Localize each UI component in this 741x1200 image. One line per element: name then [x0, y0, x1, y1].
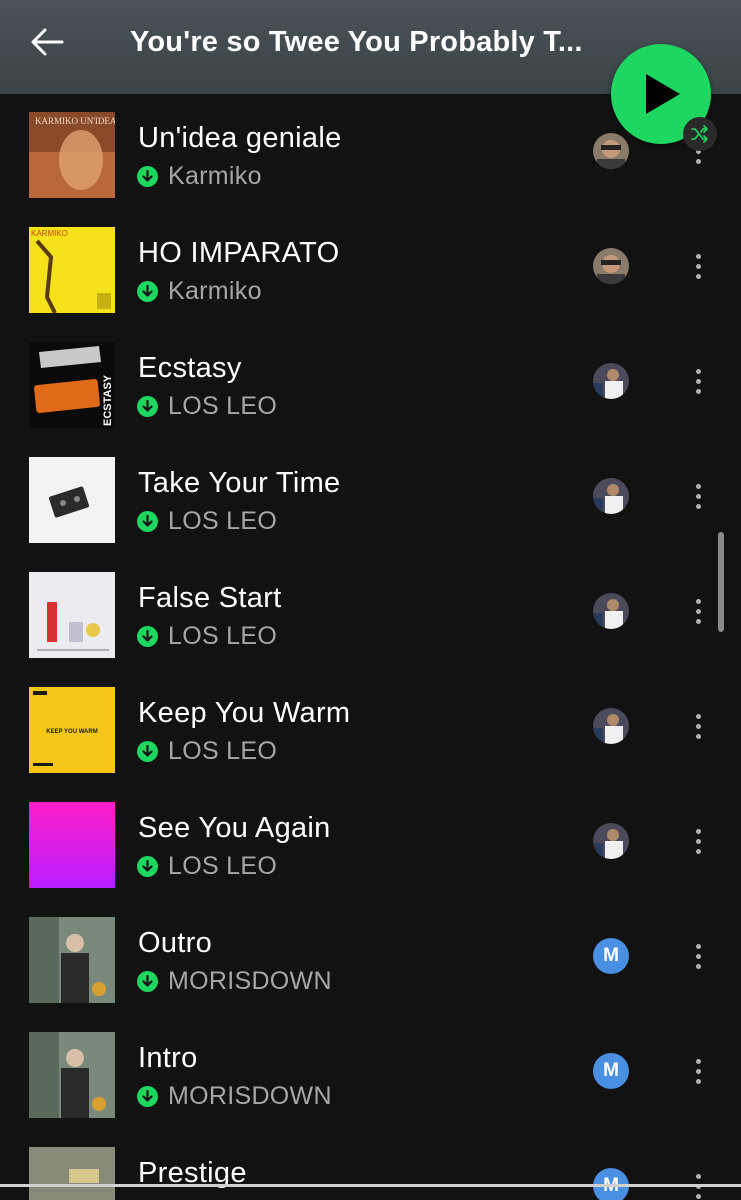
- track-row[interactable]: Intro MORISDOWN M: [0, 1014, 741, 1129]
- track-artist: Karmiko: [168, 277, 262, 305]
- more-options-button[interactable]: [686, 592, 710, 632]
- added-by-avatar[interactable]: [593, 823, 629, 859]
- added-by-avatar[interactable]: [593, 363, 629, 399]
- album-art-label: ECSTASY: [102, 374, 114, 426]
- album-art: [29, 457, 115, 543]
- downloaded-icon: [137, 741, 158, 762]
- track-row[interactable]: See You Again LOS LEO: [0, 784, 741, 899]
- shuffle-button[interactable]: [683, 117, 717, 151]
- downloaded-icon: [137, 626, 158, 647]
- track-title: Un'idea geniale: [138, 122, 342, 154]
- track-row[interactable]: KARMIKO HO IMPARATO Karmiko: [0, 209, 741, 324]
- track-title: Outro: [138, 927, 213, 959]
- track-title: Take Your Time: [138, 467, 341, 499]
- track-row[interactable]: False Start LOS LEO: [0, 554, 741, 669]
- track-title: Intro: [138, 1042, 198, 1074]
- album-art: [29, 917, 115, 1003]
- more-options-button[interactable]: [686, 937, 710, 977]
- track-title: See You Again: [138, 812, 331, 844]
- added-by-avatar[interactable]: [593, 133, 629, 169]
- more-options-button[interactable]: [686, 822, 710, 862]
- arrow-left-icon: [31, 28, 64, 56]
- downloaded-icon: [137, 281, 158, 302]
- track-row[interactable]: Outro MORISDOWN M: [0, 899, 741, 1014]
- added-by-avatar[interactable]: M: [593, 938, 629, 974]
- downloaded-icon: [137, 166, 158, 187]
- more-options-button[interactable]: [686, 477, 710, 517]
- album-art: [29, 1147, 115, 1200]
- track-title: False Start: [138, 582, 282, 614]
- track-row[interactable]: KEEP YOU WARM Keep You Warm LOS LEO: [0, 669, 741, 784]
- more-options-button[interactable]: [686, 1052, 710, 1092]
- back-button[interactable]: [28, 24, 68, 60]
- track-artist: LOS LEO: [168, 507, 278, 535]
- track-row[interactable]: Take Your Time LOS LEO: [0, 439, 741, 554]
- added-by-avatar[interactable]: M: [593, 1053, 629, 1089]
- album-art: KEEP YOU WARM: [29, 687, 115, 773]
- track-artist: LOS LEO: [168, 622, 278, 650]
- shuffle-icon: [691, 125, 708, 143]
- added-by-avatar[interactable]: [593, 248, 629, 284]
- track-title: HO IMPARATO: [138, 237, 340, 269]
- playlist-title: You're so Twee You Probably T...: [130, 26, 583, 58]
- track-artist: MORISDOWN: [168, 1082, 332, 1110]
- track-artist: MORISDOWN: [168, 967, 332, 995]
- album-art-label: KARMIKO UN'IDEA GENIALE: [35, 116, 115, 126]
- album-art: [29, 572, 115, 658]
- track-artist: LOS LEO: [168, 852, 278, 880]
- album-art: KARMIKO UN'IDEA GENIALE: [29, 112, 115, 198]
- downloaded-icon: [137, 856, 158, 877]
- play-icon: [646, 74, 680, 114]
- bottom-divider: [0, 1184, 741, 1187]
- added-by-avatar[interactable]: [593, 708, 629, 744]
- downloaded-icon: [137, 511, 158, 532]
- track-row[interactable]: ECSTASY Ecstasy LOS LEO: [0, 324, 741, 439]
- track-title: Keep You Warm: [138, 697, 351, 729]
- more-options-button[interactable]: [686, 707, 710, 747]
- track-list: KARMIKO UN'IDEA GENIALE Un'idea geniale …: [0, 94, 741, 1200]
- downloaded-icon: [137, 971, 158, 992]
- album-art: KARMIKO: [29, 227, 115, 313]
- album-art-label: KARMIKO: [31, 229, 68, 238]
- track-title: Ecstasy: [138, 352, 242, 384]
- more-options-button[interactable]: [686, 362, 710, 402]
- more-options-button[interactable]: [686, 247, 710, 287]
- album-art-label: KEEP YOU WARM: [46, 729, 97, 735]
- added-by-avatar[interactable]: [593, 593, 629, 629]
- downloaded-icon: [137, 396, 158, 417]
- track-row[interactable]: Prestige M: [0, 1129, 741, 1200]
- track-artist: LOS LEO: [168, 737, 278, 765]
- scrollbar[interactable]: [718, 532, 724, 632]
- album-art: ECSTASY: [29, 342, 115, 428]
- downloaded-icon: [137, 1086, 158, 1107]
- added-by-avatar[interactable]: [593, 478, 629, 514]
- track-artist: LOS LEO: [168, 392, 278, 420]
- album-art: [29, 802, 115, 888]
- album-art: [29, 1032, 115, 1118]
- track-artist: Karmiko: [168, 162, 262, 190]
